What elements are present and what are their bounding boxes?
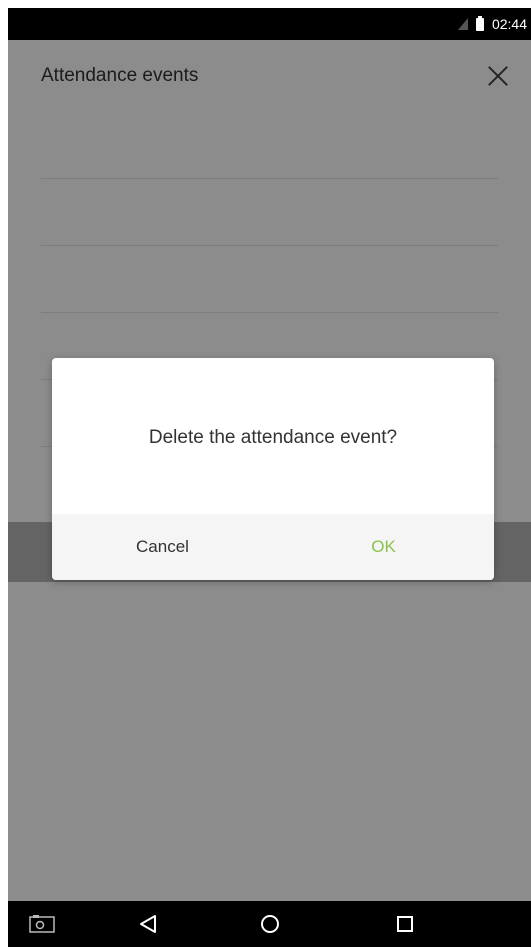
signal-icon	[457, 18, 468, 30]
navigation-bar	[8, 901, 531, 947]
confirm-dialog: Delete the attendance event? Cancel OK	[52, 358, 494, 580]
status-bar: 02:44	[8, 8, 531, 40]
status-time: 02:44	[491, 16, 527, 32]
back-icon[interactable]	[126, 901, 170, 947]
cancel-button[interactable]: Cancel	[52, 514, 273, 580]
device-screen: 02:44 Attendance events Delete the atten…	[8, 8, 531, 947]
dialog-actions: Cancel OK	[52, 514, 494, 580]
recents-icon[interactable]	[383, 901, 427, 947]
dialog-message: Delete the attendance event?	[148, 427, 398, 448]
ok-button[interactable]: OK	[273, 514, 494, 580]
battery-icon	[475, 15, 484, 31]
home-icon[interactable]	[248, 901, 292, 947]
screenshot-icon[interactable]	[20, 901, 64, 947]
